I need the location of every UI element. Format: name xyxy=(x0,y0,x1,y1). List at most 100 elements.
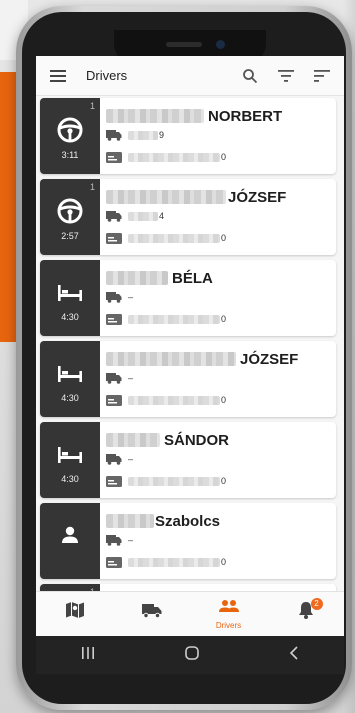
driver-name: Szabolcs xyxy=(106,511,332,531)
status-panel: 1 xyxy=(40,584,100,591)
card-row: 0 xyxy=(106,149,332,165)
redacted-text xyxy=(106,271,168,285)
driver-name-text: JÓZSEF xyxy=(240,350,299,368)
bed-icon xyxy=(55,358,85,388)
back-icon[interactable] xyxy=(289,645,299,665)
redacted-text xyxy=(128,314,220,324)
card-body: NORBERT 9 0 xyxy=(106,98,336,174)
truck-icon xyxy=(106,371,124,385)
map-icon xyxy=(65,601,85,624)
driver-name: SÁNDOR xyxy=(106,430,332,450)
driver-name-text: NORBERT xyxy=(208,107,283,125)
bottom-navigation: Drivers 2 xyxy=(36,591,344,636)
status-panel: 1 3:11 xyxy=(40,98,100,174)
card-row: 0 xyxy=(106,230,332,246)
truck-icon xyxy=(106,533,124,547)
driver-name-text: SÁNDOR xyxy=(164,431,230,449)
app-bar: Drivers xyxy=(36,56,344,96)
status-panel: 1 2:57 xyxy=(40,179,100,255)
vehicle-value: – xyxy=(128,292,134,302)
vehicle-value: – xyxy=(128,373,134,383)
vehicle-row: – xyxy=(106,289,332,305)
card-value: 0 xyxy=(221,152,227,162)
card-value: 0 xyxy=(221,314,227,324)
redacted-text xyxy=(128,130,158,140)
nav-drivers[interactable]: Drivers xyxy=(190,592,267,636)
search-icon[interactable] xyxy=(238,64,262,88)
driver-card[interactable]: 1 2:57 JÓZSEF 4 0 xyxy=(40,179,336,255)
driver-card[interactable]: 4:30 SÁNDOR – 0 xyxy=(40,422,336,498)
card-body: SÁNDOR – 0 xyxy=(106,422,336,498)
vehicle-value: 4 xyxy=(159,211,165,221)
vehicle-row: – xyxy=(106,370,332,386)
redacted-text xyxy=(106,190,226,204)
redacted-text xyxy=(128,233,220,243)
card-body: BÉLA – 0 xyxy=(106,260,336,336)
menu-icon[interactable] xyxy=(46,64,70,88)
app-screen: Drivers 1 3:11 NORBERT 9 0 1 2:57 JÓZSEF… xyxy=(36,56,344,636)
driver-card[interactable]: 4:30 BÉLA – 0 xyxy=(40,260,336,336)
driver-name-text: BÉLA xyxy=(172,269,213,287)
vehicle-row: 4 xyxy=(106,208,332,224)
nav-vehicles[interactable] xyxy=(113,592,190,636)
home-icon[interactable] xyxy=(185,645,199,665)
driver-list[interactable]: 1 3:11 NORBERT 9 0 1 2:57 JÓZSEF 4 0 4:3… xyxy=(36,96,344,591)
card-row: 0 xyxy=(106,311,332,327)
steering-wheel-icon xyxy=(55,115,85,145)
driver-card[interactable]: Szabolcs – 0 xyxy=(40,503,336,579)
card-body: Szabolcs – 0 xyxy=(106,503,336,579)
nav-map[interactable] xyxy=(36,592,113,636)
vehicle-value: 9 xyxy=(159,130,165,140)
card-value: 0 xyxy=(221,395,227,405)
speaker xyxy=(166,42,202,47)
nav-notifications[interactable]: 2 xyxy=(267,592,344,636)
id-card-icon xyxy=(106,312,124,326)
steering-wheel-icon xyxy=(55,196,85,226)
status-panel: 4:30 xyxy=(40,341,100,417)
status-time: 4:30 xyxy=(61,474,79,484)
status-time: 3:11 xyxy=(61,150,79,160)
id-card-icon xyxy=(106,393,124,407)
redacted-text xyxy=(128,557,220,567)
redacted-text xyxy=(128,395,220,405)
card-value: 0 xyxy=(221,233,227,243)
truck-icon xyxy=(106,290,124,304)
system-navigation-bar xyxy=(36,636,344,674)
driver-name-text: Szabolcs xyxy=(155,512,221,530)
recent-apps-icon[interactable] xyxy=(81,646,95,664)
id-card-icon xyxy=(106,474,124,488)
page-title: Drivers xyxy=(86,68,128,83)
truck-icon xyxy=(106,209,124,223)
driver-name: NORBERT xyxy=(106,106,332,126)
card-count: 1 xyxy=(89,101,95,111)
person-icon xyxy=(55,520,85,550)
redacted-text xyxy=(106,352,236,366)
card-body xyxy=(106,584,336,591)
bed-icon xyxy=(55,439,85,469)
redacted-text xyxy=(128,152,220,162)
card-row: 0 xyxy=(106,392,332,408)
driver-card[interactable]: 1 xyxy=(40,584,336,591)
vehicle-value: – xyxy=(128,535,134,545)
redacted-text xyxy=(128,476,220,486)
redacted-text xyxy=(128,211,158,221)
status-time: 2:57 xyxy=(61,231,79,241)
card-value: 0 xyxy=(221,557,227,567)
id-card-icon xyxy=(106,555,124,569)
vehicle-row: 9 xyxy=(106,127,332,143)
id-card-icon xyxy=(106,150,124,164)
drivers-icon xyxy=(218,599,240,618)
id-card-icon xyxy=(106,231,124,245)
status-panel: 4:30 xyxy=(40,422,100,498)
card-body: JÓZSEF – 0 xyxy=(106,341,336,417)
driver-card[interactable]: 4:30 JÓZSEF – 0 xyxy=(40,341,336,417)
driver-name: BÉLA xyxy=(106,268,332,288)
truck-icon xyxy=(106,128,124,142)
notification-badge: 2 xyxy=(310,598,323,610)
redacted-text xyxy=(106,433,160,447)
sort-icon[interactable] xyxy=(310,64,334,88)
driver-card[interactable]: 1 3:11 NORBERT 9 0 xyxy=(40,98,336,174)
truck-icon xyxy=(141,602,162,623)
filter-icon[interactable] xyxy=(274,64,298,88)
vehicle-row: – xyxy=(106,451,332,467)
